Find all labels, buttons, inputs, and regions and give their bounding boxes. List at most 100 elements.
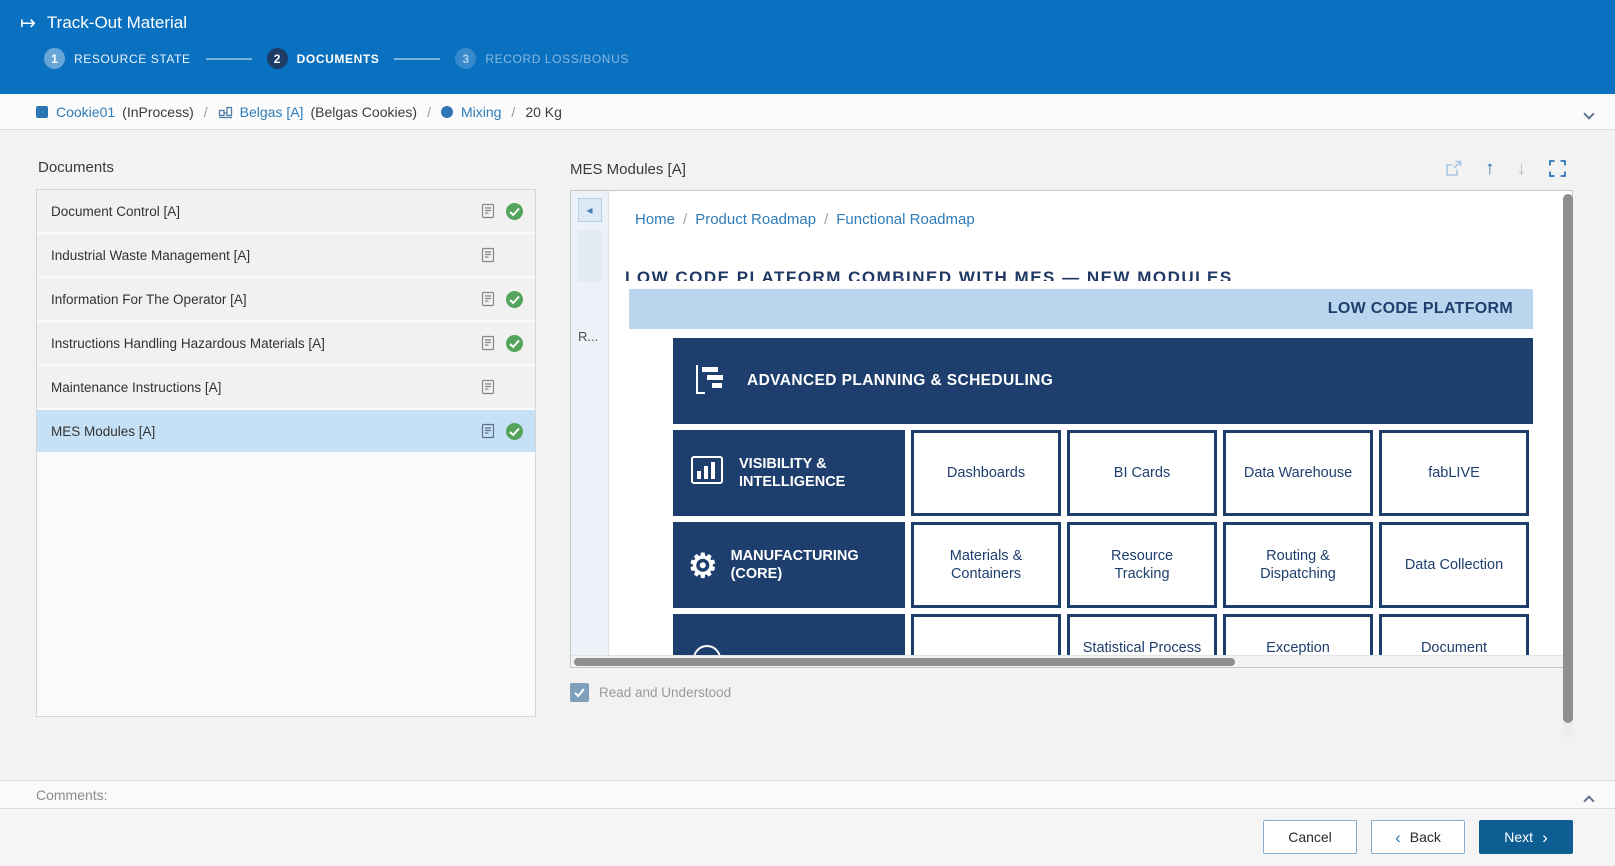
context-collapse-button[interactable]: [1585, 105, 1593, 121]
fullscreen-icon[interactable]: [1548, 159, 1567, 178]
module-cell: BI Cards: [1067, 430, 1217, 516]
crumb-separator: /: [427, 104, 431, 120]
viewer-toolbar: ↑ ↓: [1444, 159, 1573, 178]
resource-icon: [218, 104, 233, 119]
module-cell: Routing & Dispatching: [1223, 522, 1373, 608]
group-cell-visibility: VISIBILITY & INTELLIGENCE: [673, 430, 905, 516]
next-button-label: Next: [1504, 829, 1533, 845]
module-cell: Data Collection: [1379, 522, 1529, 608]
bar-chart-icon: [688, 451, 726, 494]
document-label: Industrial Waste Management [A]: [51, 248, 470, 263]
step-record-loss-bonus[interactable]: 3 RECORD LOSS/BONUS: [455, 48, 629, 69]
resource-description: (Belgas Cookies): [310, 104, 417, 120]
documents-list: Document Control [A] Industrial Waste Ma…: [36, 189, 536, 717]
footer-action-bar: Cancel ‹ Back Next ›: [0, 808, 1615, 865]
comments-collapse-button[interactable]: [1585, 792, 1593, 808]
read-check-icon: [506, 335, 523, 352]
app-header: ↦ Track-Out Material 1 RESOURCE STATE 2 …: [0, 0, 1615, 94]
chevron-down-icon: [1583, 108, 1594, 119]
next-document-icon[interactable]: ↓: [1517, 159, 1527, 178]
breadcrumb-functional-roadmap-link[interactable]: Functional Roadmap: [836, 211, 974, 228]
document-preview-icon: [480, 423, 496, 439]
read-check-icon: [506, 291, 523, 308]
step-1-circle: 1: [44, 48, 65, 69]
group-label: VISIBILITY & INTELLIGENCE: [739, 455, 889, 491]
quantity-value: 20 Kg: [525, 104, 562, 120]
document-list-item-selected[interactable]: MES Modules [A]: [37, 410, 535, 454]
document-label: Instructions Handling Hazardous Material…: [51, 336, 470, 351]
previous-document-icon[interactable]: ↑: [1485, 159, 1495, 178]
comments-bar: Comments:: [0, 780, 1615, 808]
document-list-item[interactable]: Instructions Handling Hazardous Material…: [37, 322, 535, 366]
material-state: (InProcess): [122, 104, 194, 120]
step-1-label: RESOURCE STATE: [74, 52, 191, 66]
flow-step-link[interactable]: Mixing: [461, 104, 501, 120]
open-in-new-window-icon[interactable]: [1444, 159, 1463, 178]
crumb-separator: /: [204, 104, 208, 120]
cancel-button-label: Cancel: [1288, 829, 1332, 845]
document-label: Information For The Operator [A]: [51, 292, 470, 307]
back-button[interactable]: ‹ Back: [1371, 820, 1465, 854]
context-bar: Cookie01 (InProcess) / Belgas [A] (Belga…: [0, 94, 1615, 130]
aps-banner: ADVANCED PLANNING & SCHEDULING: [673, 338, 1533, 424]
mes-modules-diagram: LOW CODE PLATFORM ADVANCED PLANN: [629, 289, 1533, 667]
module-cell: Dashboards: [911, 430, 1061, 516]
document-list-item[interactable]: Maintenance Instructions [A]: [37, 366, 535, 410]
collapsed-tab[interactable]: R...: [578, 329, 598, 344]
document-label: Maintenance Instructions [A]: [51, 380, 470, 395]
step-2-label: DOCUMENTS: [297, 52, 380, 66]
chevron-up-icon: [1583, 795, 1594, 806]
group-label: MANUFACTURING (CORE): [731, 547, 881, 583]
main-area: Documents Document Control [A] Industria…: [0, 130, 1615, 780]
document-list-item[interactable]: Industrial Waste Management [A]: [37, 234, 535, 278]
diagram-row-visibility: VISIBILITY & INTELLIGENCE Dashboards BI …: [673, 430, 1533, 516]
read-and-understood-checkbox[interactable]: [570, 683, 589, 702]
document-label: Document Control [A]: [51, 204, 470, 219]
step-icon: [441, 106, 453, 118]
step-connector: [206, 58, 252, 60]
breadcrumb-product-roadmap-link[interactable]: Product Roadmap: [695, 211, 816, 228]
read-and-understood-row: Read and Understood: [570, 683, 1573, 702]
track-out-material-window: ↦ Track-Out Material 1 RESOURCE STATE 2 …: [0, 0, 1615, 866]
breadcrumb-home-link[interactable]: Home: [635, 211, 675, 228]
breadcrumb-separator: /: [683, 211, 687, 228]
collapse-panel-button[interactable]: ◀: [578, 198, 602, 222]
documents-panel-title: Documents: [38, 159, 536, 176]
crumb-separator: /: [511, 104, 515, 120]
wizard-stepper: 1 RESOURCE STATE 2 DOCUMENTS 3 RECORD LO…: [0, 33, 1615, 69]
step-documents[interactable]: 2 DOCUMENTS: [267, 48, 380, 69]
module-cell: Resource Tracking: [1067, 522, 1217, 608]
material-link[interactable]: Cookie01: [56, 104, 115, 120]
track-out-icon: ↦: [20, 14, 36, 33]
document-label: MES Modules [A]: [51, 424, 470, 439]
step-resource-state[interactable]: 1 RESOURCE STATE: [44, 48, 191, 69]
document-list-item[interactable]: Information For The Operator [A]: [37, 278, 535, 322]
document-viewer: ◀ R... Home / Product Roadmap / Functional R…: [570, 190, 1573, 668]
gear-icon: ⚙: [688, 549, 718, 582]
document-list-item[interactable]: Document Control [A]: [37, 190, 535, 234]
step-2-circle: 2: [267, 48, 288, 69]
breadcrumb-separator: /: [824, 211, 828, 228]
read-check-placeholder: [506, 247, 523, 264]
next-button[interactable]: Next ›: [1479, 820, 1573, 854]
cancel-button[interactable]: Cancel: [1263, 820, 1357, 854]
clipped-document-heading: LOW CODE PLATFORM COMBINED WITH MES — NE…: [625, 268, 1572, 281]
page-title: Track-Out Material: [47, 13, 187, 33]
document-preview-icon: [480, 291, 496, 307]
back-button-label: Back: [1410, 829, 1441, 845]
document-viewer-panel: MES Modules [A] ↑ ↓: [570, 130, 1573, 780]
document-preview-icon: [480, 203, 496, 219]
strip-segment: [578, 230, 602, 282]
step-3-label: RECORD LOSS/BONUS: [485, 52, 629, 66]
chevron-right-icon: ›: [1542, 829, 1548, 846]
read-check-icon: [506, 423, 523, 440]
read-check-icon: [506, 203, 523, 220]
vertical-scrollbar: [1563, 194, 1573, 739]
resource-link[interactable]: Belgas [A]: [240, 104, 304, 120]
documents-panel: Documents Document Control [A] Industria…: [36, 130, 536, 780]
document-breadcrumb: Home / Product Roadmap / Functional Roadmap: [609, 191, 1572, 228]
horizontal-scrollbar-thumb[interactable]: [574, 658, 1235, 666]
viewer-title: MES Modules [A]: [570, 161, 1444, 178]
module-cell: Materials & Containers: [911, 522, 1061, 608]
vertical-scrollbar-thumb[interactable]: [1563, 194, 1573, 723]
